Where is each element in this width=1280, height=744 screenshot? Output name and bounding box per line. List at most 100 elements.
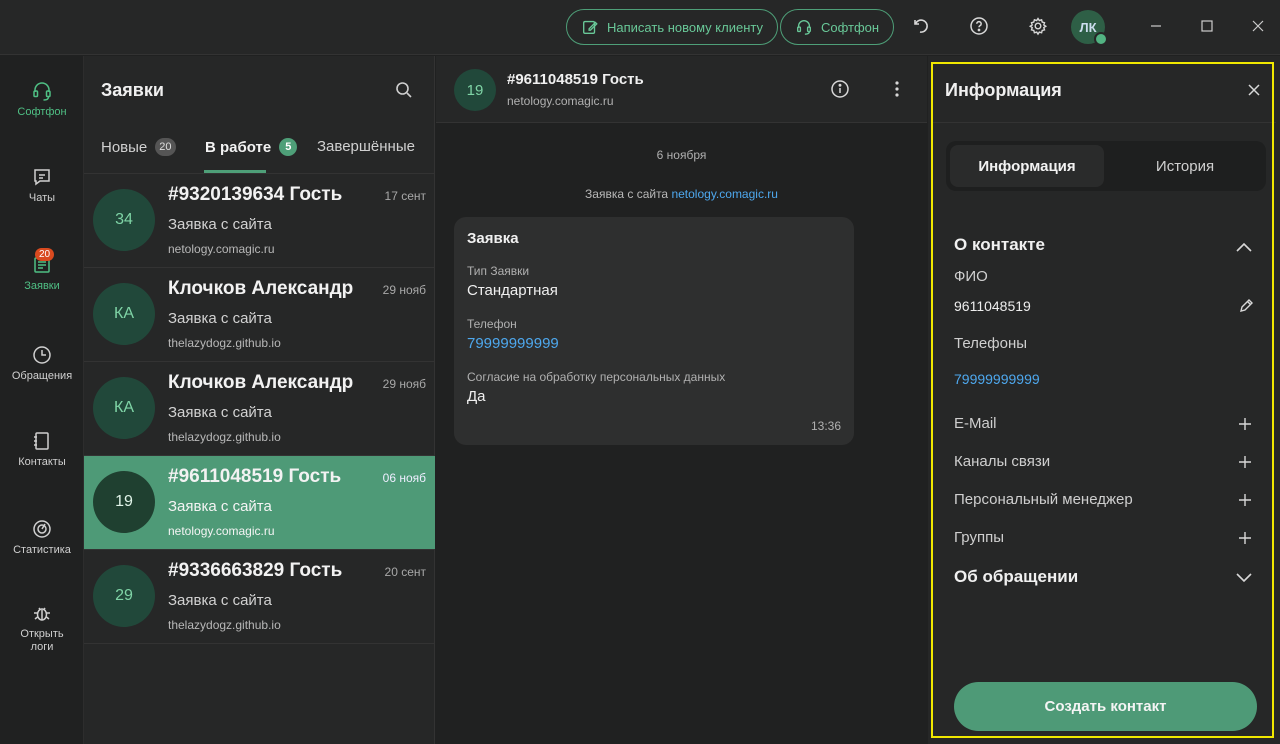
tab-information[interactable]: Информация [950,145,1104,187]
tab-in-progress-count: 5 [279,138,298,156]
nav-item-statistics[interactable]: Статистика [0,518,84,556]
nav-item-appeals[interactable]: Обращения [0,344,84,382]
request-subtitle: Заявка с сайта [168,310,272,327]
phones-link[interactable]: 79999999999 [954,371,1040,387]
chat-title: #9611048519 Гость [507,71,644,88]
card-heading: Заявка [467,230,519,247]
requests-list-panel: Заявки Новые 20 В работе 5 Завершённые 3… [84,56,435,744]
tab-history[interactable]: История [1108,145,1262,187]
add-group-plus-icon[interactable] [1238,531,1252,545]
nav-label-open-logs: Открыть логи [20,628,64,653]
user-avatar[interactable]: ЛК [1071,10,1108,46]
request-site: netology.comagic.ru [168,524,275,538]
avatar: 34 [93,189,155,251]
create-contact-button[interactable]: Создать контакт [954,682,1257,731]
write-new-client-label: Написать новому клиенту [607,19,763,35]
list-item[interactable]: КА Клочков Александр 29 нояб Заявка с са… [84,268,435,362]
email-label: E-Mail [954,415,997,432]
settings-gear-icon[interactable] [1027,15,1049,37]
nav-item-contacts[interactable]: Контакты [0,430,84,468]
nav-item-open-logs[interactable]: Открыть логи [0,602,84,654]
tab-completed[interactable]: Завершённые [317,138,415,155]
system-message-text: Заявка с сайта [585,187,672,201]
request-card: Заявка Тип Заявки Стандартная Телефон 79… [454,217,854,445]
chevron-down-icon[interactable] [1235,572,1253,584]
nav-label-contacts: Контакты [18,456,66,468]
request-subtitle: Заявка с сайта [168,216,272,233]
nav-label-appeals: Обращения [11,370,73,382]
request-name: #9611048519 Гость [168,466,342,487]
phone-link[interactable]: 79999999999 [467,335,559,352]
request-subtitle: Заявка с сайта [168,592,272,609]
chevron-up-icon[interactable] [1235,241,1253,253]
request-date: 29 нояб [382,283,426,297]
avatar: 29 [93,565,155,627]
write-new-client-button[interactable]: Написать новому клиенту [566,9,778,45]
nav-label-requests: Заявки [24,280,60,292]
more-vertical-icon[interactable] [888,79,906,99]
chat-panel: 19 #9611048519 Гость netology.comagic.ru… [436,56,927,744]
pencil-edit-icon[interactable] [1238,298,1254,314]
request-subtitle: Заявка с сайта [168,498,272,515]
chat-icon [34,169,50,186]
message-time: 13:36 [810,419,841,433]
tab-completed-label: Завершённые [317,138,415,155]
request-date: 06 нояб [382,471,426,485]
top-bar: Написать новому клиенту Софтфон ЛК [0,0,1280,55]
system-message: Заявка с сайта netology.comagic.ru [436,187,927,201]
requests-count-badge: 20 [35,248,55,261]
tab-in-progress[interactable]: В работе 5 [205,138,298,156]
list-title: Заявки [101,80,164,100]
channels-label: Каналы связи [954,453,1051,470]
avatar: КА [93,377,155,439]
add-manager-plus-icon[interactable] [1238,493,1252,507]
headset-icon [33,82,51,101]
request-site: thelazydogz.github.io [168,336,281,350]
type-value: Стандартная [467,282,558,299]
list-item[interactable]: 29 #9336663829 Гость 20 сент Заявка с са… [84,550,435,644]
avatar: 19 [93,471,155,533]
request-date: 17 сент [384,189,426,203]
tab-new[interactable]: Новые 20 [101,138,176,156]
search-icon[interactable] [394,80,414,100]
avatar: 19 [454,69,496,111]
groups-label: Группы [954,529,1004,546]
close-icon[interactable] [1246,82,1262,98]
nav-label-chats: Чаты [28,192,56,204]
user-initials: ЛК [1079,19,1097,35]
system-message-link[interactable]: netology.comagic.ru [671,187,778,201]
request-date: 29 нояб [382,377,426,391]
edit-icon [583,20,598,34]
nav-label-statistics: Статистика [13,544,71,556]
nav-item-softphone[interactable]: Софтфон [0,80,84,118]
phone-label: Телефон [467,317,517,331]
info-icon[interactable] [830,79,850,99]
nav-item-requests[interactable]: 20 Заявки [0,248,84,292]
request-name: Клочков Александр [168,278,354,299]
list-item-selected[interactable]: 19 #9611048519 Гость 06 нояб Заявка с са… [84,456,435,550]
chat-header: 19 #9611048519 Гость netology.comagic.ru [436,56,927,123]
add-email-plus-icon[interactable] [1238,417,1252,431]
maximize-icon[interactable] [1197,16,1217,36]
request-name: #9336663829 Гость [168,560,343,581]
add-channel-plus-icon[interactable] [1238,455,1252,469]
refresh-icon[interactable] [909,15,931,37]
softphone-button[interactable]: Софтфон [780,9,895,45]
avatar: КА [93,283,155,345]
help-icon[interactable] [968,15,990,37]
info-panel: Информация Информация История О контакте… [928,56,1280,744]
nav-item-chats[interactable]: Чаты [0,166,84,204]
left-nav: Софтфон Чаты 20 Заявки Обращения Контакт… [0,56,84,744]
list-tabs: Новые 20 В работе 5 Завершённые [84,130,435,174]
close-window-icon[interactable] [1248,16,1268,36]
request-site: netology.comagic.ru [168,242,275,256]
phones-label: Телефоны [954,335,1028,352]
list-item[interactable]: 34 #9320139634 Гость 17 сент Заявка с са… [84,174,435,268]
request-site: thelazydogz.github.io [168,430,281,444]
consent-value: Да [467,388,486,405]
softphone-label: Софтфон [821,19,880,35]
request-date: 20 сент [384,565,426,579]
list-item[interactable]: КА Клочков Александр 29 нояб Заявка с са… [84,362,435,456]
request-site: thelazydogz.github.io [168,618,281,632]
minimize-icon[interactable] [1146,16,1166,36]
